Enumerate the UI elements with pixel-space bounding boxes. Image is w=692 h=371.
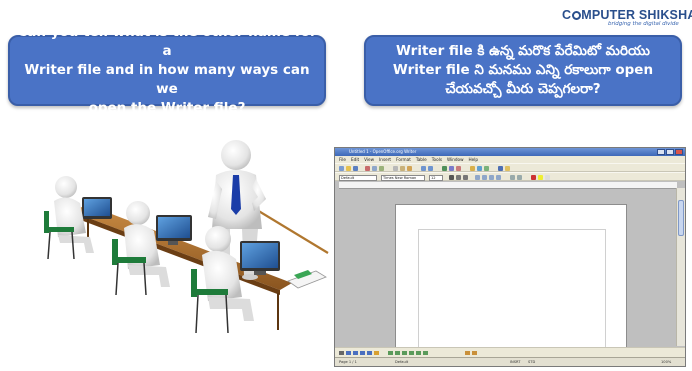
- bold-icon[interactable]: [449, 175, 454, 180]
- menu-insert[interactable]: Insert: [379, 156, 391, 163]
- telugu-question-line-1: Writer file కి ఉన్న మరొక పేరేమిటో మరియు: [396, 43, 650, 59]
- window-title: Untitled 1 - OpenOffice.org Writer: [349, 149, 417, 154]
- pdf-icon[interactable]: [365, 166, 370, 171]
- numbering-icon[interactable]: [510, 175, 515, 180]
- stars-icon[interactable]: [423, 351, 428, 355]
- open-icon[interactable]: [346, 166, 351, 171]
- save-icon[interactable]: [353, 166, 358, 171]
- freeform-icon[interactable]: [367, 351, 372, 355]
- minimize-icon[interactable]: [657, 149, 665, 155]
- print-icon[interactable]: [372, 166, 377, 171]
- justify-icon[interactable]: [496, 175, 501, 180]
- flowchart-icon[interactable]: [409, 351, 414, 355]
- paste-icon[interactable]: [407, 166, 412, 171]
- scrollbar-thumb[interactable]: [678, 200, 684, 236]
- paragraph-style-box[interactable]: Default: [339, 174, 377, 181]
- bullets-icon[interactable]: [517, 175, 522, 180]
- zoom-icon[interactable]: [498, 166, 503, 171]
- telugu-question-box: Writer file కి ఉన్న మరొక పేరేమిటో మరియు …: [364, 35, 682, 106]
- logo-o-icon: [571, 11, 581, 20]
- status-style: Default: [395, 360, 409, 364]
- english-question-box: Can you tell what is the other name for …: [8, 24, 326, 116]
- horizontal-ruler[interactable]: [339, 182, 677, 189]
- document-page[interactable]: [395, 204, 627, 350]
- status-selection-mode: STD: [528, 360, 536, 364]
- align-center-icon[interactable]: [482, 175, 487, 180]
- logo-text: C MPUTER SHIKSHA: [562, 8, 692, 22]
- title-bar: Untitled 1 - OpenOffice.org Writer: [335, 148, 685, 156]
- font-size-box[interactable]: 12: [429, 174, 443, 181]
- ellipse-icon[interactable]: [360, 351, 365, 355]
- help-icon[interactable]: [505, 166, 510, 171]
- formatting-toolbar: Default Times New Roman 12: [335, 172, 685, 181]
- text-icon[interactable]: [374, 351, 379, 355]
- spellcheck-icon[interactable]: [379, 166, 384, 171]
- chart-icon[interactable]: [456, 166, 461, 171]
- menu-view[interactable]: View: [364, 156, 374, 163]
- status-zoom: 100%: [661, 360, 672, 364]
- close-icon[interactable]: [675, 149, 683, 155]
- table-icon[interactable]: [449, 166, 454, 171]
- line-icon[interactable]: [346, 351, 351, 355]
- standard-toolbar: [335, 163, 685, 172]
- writer-window-screenshot: Untitled 1 - OpenOffice.org Writer File …: [334, 147, 686, 367]
- rectangle-icon[interactable]: [353, 351, 358, 355]
- redo-icon[interactable]: [428, 166, 433, 171]
- english-question-line-1: Can you tell what is the other name for …: [17, 24, 317, 59]
- select-icon[interactable]: [339, 351, 344, 355]
- telugu-question-line-2: Writer file ని మనము ఎన్ని రకాలుగా open: [392, 62, 654, 78]
- maximize-icon[interactable]: [666, 149, 674, 155]
- background-color-icon[interactable]: [545, 175, 550, 180]
- align-right-icon[interactable]: [489, 175, 494, 180]
- english-question-line-2: Writer file and in how many ways can we: [24, 62, 310, 97]
- computer-shiksha-logo: C MPUTER SHIKSHA bridging the digital div…: [562, 8, 692, 32]
- menu-help[interactable]: Help: [469, 156, 479, 163]
- underline-icon[interactable]: [463, 175, 468, 180]
- english-question-line-3: open the Writer file?: [88, 100, 246, 116]
- callouts-icon[interactable]: [416, 351, 421, 355]
- font-name-box[interactable]: Times New Roman: [381, 174, 425, 181]
- menu-file[interactable]: File: [339, 156, 346, 163]
- font-color-icon[interactable]: [531, 175, 536, 180]
- block-arrows-icon[interactable]: [402, 351, 407, 355]
- new-icon[interactable]: [339, 166, 344, 171]
- menu-table[interactable]: Table: [416, 156, 427, 163]
- copy-icon[interactable]: [400, 166, 405, 171]
- gallery-icon[interactable]: [484, 166, 489, 171]
- highlight-icon[interactable]: [538, 175, 543, 180]
- logo-tagline: bridging the digital divide: [608, 21, 679, 27]
- menu-edit[interactable]: Edit: [351, 156, 359, 163]
- vertical-scrollbar[interactable]: [676, 188, 685, 346]
- hyperlink-icon[interactable]: [442, 166, 447, 171]
- extrusion-icon[interactable]: [472, 351, 477, 355]
- undo-icon[interactable]: [421, 166, 426, 171]
- menu-window[interactable]: Window: [447, 156, 464, 163]
- shapes-icon[interactable]: [388, 351, 393, 355]
- status-bar: Page 1 / 1 Default INSRT STD 100%: [335, 357, 685, 366]
- symbol-shapes-icon[interactable]: [395, 351, 400, 355]
- status-insert-mode: INSRT: [510, 360, 521, 364]
- navigator-icon[interactable]: [477, 166, 482, 171]
- align-left-icon[interactable]: [475, 175, 480, 180]
- classroom-illustration: [44, 140, 329, 334]
- menu-format[interactable]: Format: [396, 156, 411, 163]
- status-page: Page 1 / 1: [339, 360, 357, 364]
- fontwork-icon[interactable]: [465, 351, 470, 355]
- student-back: [44, 176, 112, 260]
- telugu-question-line-3: చేయవచ్చో మీరు చెప్పగలరా?: [445, 81, 601, 97]
- menu-tools[interactable]: Tools: [432, 156, 442, 163]
- cut-icon[interactable]: [393, 166, 398, 171]
- find-icon[interactable]: [470, 166, 475, 171]
- italic-icon[interactable]: [456, 175, 461, 180]
- text-boundary: [418, 229, 606, 350]
- menu-bar: File Edit View Insert Format Table Tools…: [335, 156, 685, 163]
